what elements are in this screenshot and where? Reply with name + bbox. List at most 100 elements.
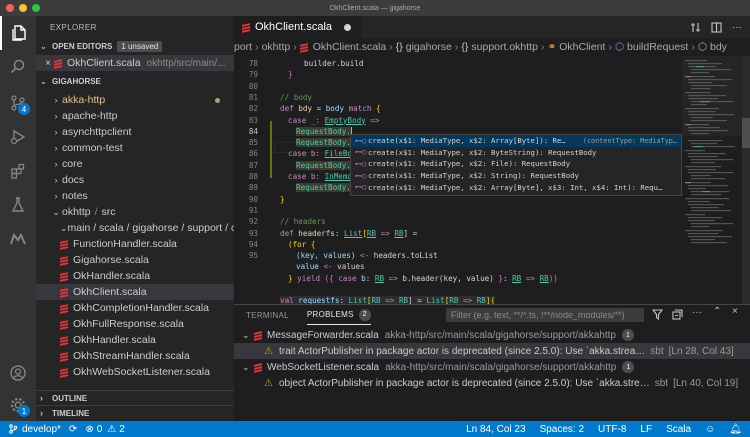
- open-editor-item[interactable]: × OkhClient.scala okhttp/src/main/...: [36, 55, 234, 71]
- notifications-icon[interactable]: 🔔︎: [729, 424, 742, 435]
- line-number: 79: [248, 70, 258, 80]
- line-number: 83: [248, 115, 258, 125]
- branch-status[interactable]: develop*: [8, 424, 61, 435]
- breadcrumb-item[interactable]: buildRequest: [627, 41, 688, 53]
- folder-apache-http[interactable]: › apache-http: [36, 108, 234, 124]
- suggestion-item[interactable]: ⊷◯ create(x$1: MediaType, x$2: File): Re…: [351, 158, 681, 170]
- file-okh-handler[interactable]: OkhHandler.scala: [36, 332, 234, 348]
- suggestion-item[interactable]: ⊷◯ create(x$1: MediaType, x$2: Array[Byt…: [351, 181, 681, 193]
- encoding[interactable]: UTF-8: [598, 424, 626, 435]
- file-gigahorse[interactable]: Gigahorse.scala: [36, 252, 234, 268]
- tab-terminal[interactable]: TERMINAL: [246, 305, 289, 325]
- manage-activity-button[interactable]: 1: [0, 388, 36, 422]
- breadcrumb-item[interactable]: port: [234, 41, 252, 53]
- problems-filter-input[interactable]: Filter (e.g. text, **/*.ts, !**/node_mod…: [446, 308, 644, 322]
- chevron-down-icon: ⌄: [52, 206, 60, 217]
- feedback-icon[interactable]: ☺: [705, 424, 715, 435]
- maximize-panel-icon[interactable]: ⌃: [713, 306, 721, 317]
- code-line: } yield ({ case b: RB => b.header(key, v…: [288, 273, 558, 283]
- chevron-right-icon: ›: [255, 41, 259, 53]
- file-okh-websocket-listener[interactable]: OkhWebSocketListener.scala: [36, 364, 234, 380]
- breadcrumb-item[interactable]: support.okhttp: [471, 41, 538, 53]
- file-ok-handler[interactable]: OkHandler.scala: [36, 268, 234, 284]
- minimap[interactable]: [682, 56, 742, 304]
- folder-okhttp[interactable]: ⌄ okhttp / src: [36, 204, 234, 220]
- more-actions-icon[interactable]: ···: [732, 22, 742, 33]
- breadcrumb-item[interactable]: OkhClient.scala: [313, 41, 387, 53]
- close-panel-icon[interactable]: ×: [732, 306, 738, 317]
- folder-docs[interactable]: › docs: [36, 172, 234, 188]
- problems-status[interactable]: ⊗ 0 ⚠ 2: [85, 424, 124, 435]
- tab-okhclient[interactable]: OkhClient.scala: [234, 16, 362, 38]
- split-editor-icon[interactable]: [711, 21, 722, 33]
- scala-file-icon: [60, 239, 68, 249]
- code-line: (for {: [288, 239, 316, 249]
- suggestion-item[interactable]: ⊷◯ create(x$1: MediaType, x$2: Array[Byt…: [351, 135, 681, 147]
- code-line: (key, values) <- headers.toList: [296, 251, 438, 261]
- close-window-button[interactable]: [6, 4, 14, 12]
- scala-file-icon: [242, 22, 250, 32]
- suggestion-item[interactable]: ⊷◯ create(x$1: MediaType, x$2: ByteStrin…: [351, 147, 681, 159]
- git-branch-icon: [9, 424, 18, 434]
- breadcrumb-item[interactable]: OkhClient: [559, 41, 605, 53]
- breadcrumb-item[interactable]: gigahorse: [406, 41, 452, 53]
- folder-akka-http[interactable]: › akka-http: [36, 92, 234, 108]
- code-line: case b: InMemo: [288, 172, 353, 181]
- chevron-right-icon: ›: [389, 41, 393, 53]
- indentation[interactable]: Spaces: 2: [540, 424, 584, 435]
- outline-header[interactable]: › OUTLINE: [36, 390, 234, 405]
- file-okh-full-response[interactable]: OkhFullResponse.scala: [36, 316, 234, 332]
- namespace-icon: {}: [461, 41, 469, 53]
- open-editors-header[interactable]: ⌄ OPEN EDITORS 1 unsaved: [36, 38, 234, 55]
- minimize-window-button[interactable]: [19, 4, 27, 12]
- folder-notes[interactable]: › notes: [36, 188, 234, 204]
- line-number: 81: [248, 92, 258, 102]
- problem-item[interactable]: ⚠ object ActorPublisher in package actor…: [234, 375, 750, 391]
- metals-activity-button[interactable]: [0, 222, 36, 256]
- extensions-activity-button[interactable]: [0, 154, 36, 188]
- explorer-activity-button[interactable]: [0, 16, 36, 50]
- sync-status[interactable]: ⟳: [69, 424, 77, 435]
- vertical-scrollbar[interactable]: [742, 56, 750, 304]
- unsaved-dot-icon[interactable]: [344, 23, 352, 31]
- chevron-down-icon: ⌄: [242, 361, 250, 372]
- problem-item[interactable]: ⚠ trait ActorPublisher in package actor …: [234, 343, 750, 359]
- scala-file-icon: [254, 330, 262, 340]
- file-okh-stream-handler[interactable]: OkhStreamHandler.scala: [36, 348, 234, 364]
- breadcrumb-item[interactable]: bdy: [710, 41, 727, 53]
- accounts-activity-button[interactable]: [0, 356, 36, 390]
- search-activity-button[interactable]: [0, 50, 36, 84]
- testing-activity-button[interactable]: [0, 188, 36, 222]
- compare-icon[interactable]: [690, 22, 701, 33]
- problem-file-row[interactable]: ⌄ WebSocketListener.scala akka-http/src/…: [234, 359, 750, 375]
- problem-file-row[interactable]: ⌄ MessageForwarder.scala akka-http/src/m…: [234, 327, 750, 343]
- language-mode[interactable]: Scala: [666, 424, 691, 435]
- file-function-handler[interactable]: FunctionHandler.scala: [36, 236, 234, 252]
- close-icon[interactable]: ×: [42, 58, 54, 69]
- search-icon: [10, 59, 25, 74]
- problem-count-badge: 1: [621, 329, 634, 341]
- panel-more-icon[interactable]: ···: [692, 307, 702, 318]
- collapse-all-icon[interactable]: [672, 309, 683, 320]
- breadcrumb-item[interactable]: okhttp: [262, 41, 291, 53]
- folder-asynchttpclient[interactable]: › asynchttpclient: [36, 124, 234, 140]
- run-debug-activity-button[interactable]: [0, 120, 36, 154]
- source-control-activity-button[interactable]: 4: [0, 86, 36, 120]
- file-okh-completion-handler[interactable]: OkhCompletionHandler.scala: [36, 300, 234, 316]
- timeline-header[interactable]: › TIMELINE: [36, 405, 234, 420]
- suggestion-item[interactable]: ⊷◯ create(x$1: MediaType, x$2: String): …: [351, 170, 681, 182]
- chevron-right-icon: ›: [54, 95, 58, 105]
- workspace-header[interactable]: ⌄ GIGAHORSE: [36, 73, 234, 90]
- folder-main-scala-path[interactable]: ⌄ main / scala / gigahorse / support / o…: [36, 220, 234, 236]
- end-of-line[interactable]: LF: [640, 424, 652, 435]
- line-number: 88: [248, 172, 258, 181]
- code-line: RequestBody.: [296, 160, 351, 170]
- scrollbar-thumb[interactable]: [742, 118, 750, 148]
- cursor-position[interactable]: Ln 84, Col 23: [466, 424, 526, 435]
- folder-common-test[interactable]: › common-test: [36, 140, 234, 156]
- filter-icon[interactable]: [652, 309, 663, 320]
- tab-problems[interactable]: PROBLEMS 2: [306, 305, 371, 325]
- folder-core[interactable]: › core: [36, 156, 234, 172]
- maximize-window-button[interactable]: [32, 4, 40, 12]
- file-okh-client[interactable]: OkhClient.scala: [36, 284, 234, 300]
